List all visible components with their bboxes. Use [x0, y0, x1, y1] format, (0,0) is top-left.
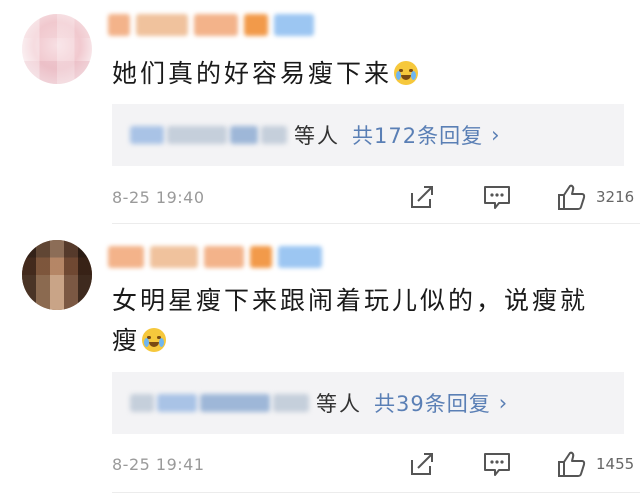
- username-blur-segment: [108, 246, 144, 268]
- chevron-right-icon[interactable]: ›: [491, 123, 499, 147]
- username-blur-segment: [136, 14, 188, 36]
- comment-text-body: 她们真的好容易瘦下来: [112, 59, 393, 88]
- reply-summary[interactable]: 等人 共39条回复 ›: [112, 372, 624, 434]
- reply-suffix: 等人: [316, 392, 362, 416]
- name-blur-segment: [200, 394, 270, 412]
- badge-blur: [278, 246, 322, 268]
- chevron-right-icon[interactable]: ›: [499, 391, 507, 415]
- like-button[interactable]: 1455: [556, 449, 634, 479]
- name-blur-segment: [130, 126, 164, 144]
- timestamp: 8-25 19:40: [112, 187, 205, 207]
- like-count: 1455: [596, 455, 635, 473]
- like-button[interactable]: 3216: [556, 182, 634, 212]
- comment-icon[interactable]: [482, 183, 512, 211]
- timestamp: 8-25 19:41: [112, 454, 205, 474]
- reply-names-blurred: [130, 126, 290, 144]
- reply-total-link[interactable]: 共172条回复: [352, 120, 483, 150]
- like-icon: [558, 184, 586, 210]
- name-blur-segment: [273, 394, 309, 412]
- divider: [112, 223, 640, 224]
- crying-face-icon: [394, 61, 419, 85]
- username-blurred[interactable]: [108, 10, 320, 40]
- comment-item: 女明星瘦下来跟闹着玩儿似的，说瘦就瘦 等人 共39条回复 › 8-25 19:4…: [0, 228, 640, 495]
- badge-blur: [244, 14, 268, 36]
- reply-total-link[interactable]: 共39条回复: [374, 388, 491, 418]
- name-blur-segment: [130, 394, 154, 412]
- avatar-image: [22, 14, 92, 84]
- reply-suffix: 等人: [294, 124, 340, 148]
- avatar[interactable]: [22, 240, 92, 310]
- username-blur-segment: [204, 246, 244, 268]
- username-blurred[interactable]: [108, 242, 328, 272]
- name-blur-segment: [157, 394, 197, 412]
- username-blur-segment: [150, 246, 198, 268]
- comment-text: 她们真的好容易瘦下来: [112, 54, 600, 94]
- comment-text-body: 女明星瘦下来跟闹着玩儿似的，说瘦就瘦: [112, 286, 589, 355]
- badge-blur: [250, 246, 272, 268]
- like-count: 3216: [596, 188, 635, 206]
- laughing-tears-icon: [142, 328, 167, 352]
- avatar-image: [22, 240, 92, 310]
- name-blur-segment: [167, 126, 227, 144]
- badge-blur: [274, 14, 314, 36]
- divider: [112, 492, 640, 493]
- comment-meta: 8-25 19:41 1455: [112, 449, 634, 479]
- name-blur-segment: [261, 126, 287, 144]
- comment-text: 女明星瘦下来跟闹着玩儿似的，说瘦就瘦: [112, 281, 600, 361]
- share-icon[interactable]: [408, 183, 436, 211]
- comment-item: 她们真的好容易瘦下来 等人 共172条回复 › 8-25 19:40 3216: [0, 0, 640, 224]
- action-bar: 1455: [408, 449, 634, 479]
- reply-summary[interactable]: 等人 共172条回复 ›: [112, 104, 624, 166]
- reply-names-blurred: [130, 394, 312, 412]
- like-icon: [558, 451, 586, 477]
- username-blur-segment: [108, 14, 130, 36]
- comment-meta: 8-25 19:40 3216: [112, 182, 634, 212]
- avatar[interactable]: [22, 14, 92, 84]
- name-blur-segment: [230, 126, 258, 144]
- action-bar: 3216: [408, 182, 634, 212]
- username-blur-segment: [194, 14, 238, 36]
- comment-icon[interactable]: [482, 450, 512, 478]
- share-icon[interactable]: [408, 450, 436, 478]
